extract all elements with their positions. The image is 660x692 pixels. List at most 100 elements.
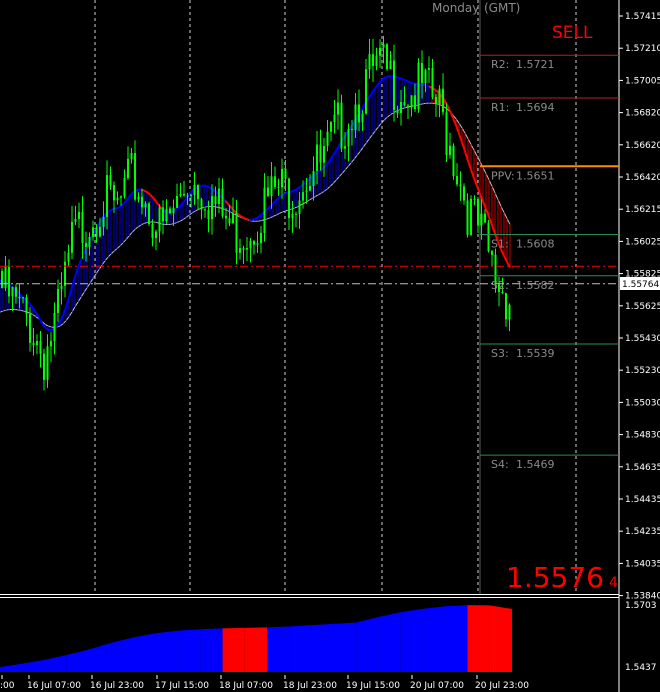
ma-fast-segment [425,84,430,88]
candle-body [95,227,98,237]
indicator-bar [333,622,357,672]
ma-fast-segment [206,185,211,189]
candle-body [183,194,185,196]
candle-body [284,168,287,179]
candle-body [74,218,77,222]
ma-fast-segment [245,217,250,221]
candle [340,94,343,152]
candle-body [393,60,395,110]
candle-body [221,188,224,216]
indicator-bar [400,608,423,672]
indicator-bar [178,629,201,672]
candle-body [452,145,455,177]
candle-body [253,240,255,245]
candle-body [193,184,196,196]
price-tick-label: 1.57210 [625,44,660,54]
candle-body [417,62,420,110]
ma-fast-segment [398,76,403,80]
candle-body [260,232,262,244]
candle-body [249,240,252,249]
ma-fast-segment [290,189,295,193]
candle-body [218,188,220,204]
candle-body [407,105,409,108]
candle-body [295,213,297,215]
candle-body [57,288,59,314]
candle-body [176,195,178,208]
candle-body [491,251,493,255]
candle-body [64,261,66,286]
ma-fast-segment [386,75,391,78]
candle-body [330,122,332,132]
indicator-bar [311,623,334,672]
candle-body [130,153,133,159]
pivot-level-label: S4: [491,458,509,471]
candle [417,58,420,113]
candle-body [473,198,476,200]
candle-body [165,208,168,222]
candle-body [22,297,24,299]
candle-body [190,195,192,197]
candle-body [99,226,101,237]
candle-body [200,199,203,210]
candle-body [277,186,280,188]
price-tick-label: 1.57415 [625,12,660,22]
candle [470,195,472,237]
candle-body [106,174,108,218]
candle-body [316,144,318,172]
time-tick-label: 18 Jul 23:00 [283,681,337,691]
candle-body [396,109,399,114]
candle-body [501,292,504,294]
candle-body [81,211,84,244]
pivot-level-label: S2: [491,279,509,292]
indicator-bar [244,627,268,672]
time-tick-label: 18 Jul 07:00 [219,681,273,691]
candle-body [32,342,35,346]
candle-body [456,176,458,185]
candle-body [137,196,140,200]
indicator-bar [155,630,179,672]
candle-body [151,224,154,239]
indicator-bar [133,633,156,672]
ma-fast-segment [395,75,400,79]
ma-fast-segment [116,205,121,210]
candle-body [46,346,49,380]
candle-body [207,210,210,220]
candle-body [78,211,80,219]
pivot-level-label: S1: [491,238,509,251]
candle-body [281,168,283,188]
candle-body [344,146,346,149]
candle-body [354,104,357,131]
candle-body [43,353,45,380]
ma-fast-segment [251,217,256,221]
ma-fast-segment [401,77,406,81]
candle-body [134,153,136,200]
pivot-level-value: 1.5608 [516,238,555,251]
candle-body [361,113,364,123]
pivot-level-value: 1.5582 [516,279,555,292]
candle-body [410,95,413,108]
candle-body [358,104,360,123]
candle-body [424,69,427,83]
candle-body [414,95,416,110]
pivot-level-label: R2: [491,58,509,71]
price-tick-label: 1.54235 [625,527,660,537]
pivot-level-value: 1.5539 [516,347,555,360]
indicator-bar [289,625,312,672]
price-chart[interactable]: R2: 1.5721 R1: 1.5694 PPV: 1.5651 S1: 1.5608 S2:… [0,0,660,692]
candle-body [11,286,14,297]
indicator-bar [445,605,468,672]
candle-body [442,88,444,113]
candle-body [505,293,507,320]
candle-body [242,248,245,250]
candle-body [428,67,430,70]
candle-body [246,248,248,250]
current-price-tag: 1.55764 [620,277,660,290]
candle-body [39,341,42,354]
indicator-bar [111,637,134,672]
price-tick-label: 1.55625 [625,302,660,312]
indicator-bar [422,606,446,672]
candle-body [155,231,157,239]
candle-body [463,186,465,201]
candle-body [263,187,266,233]
candle-body [333,114,336,123]
